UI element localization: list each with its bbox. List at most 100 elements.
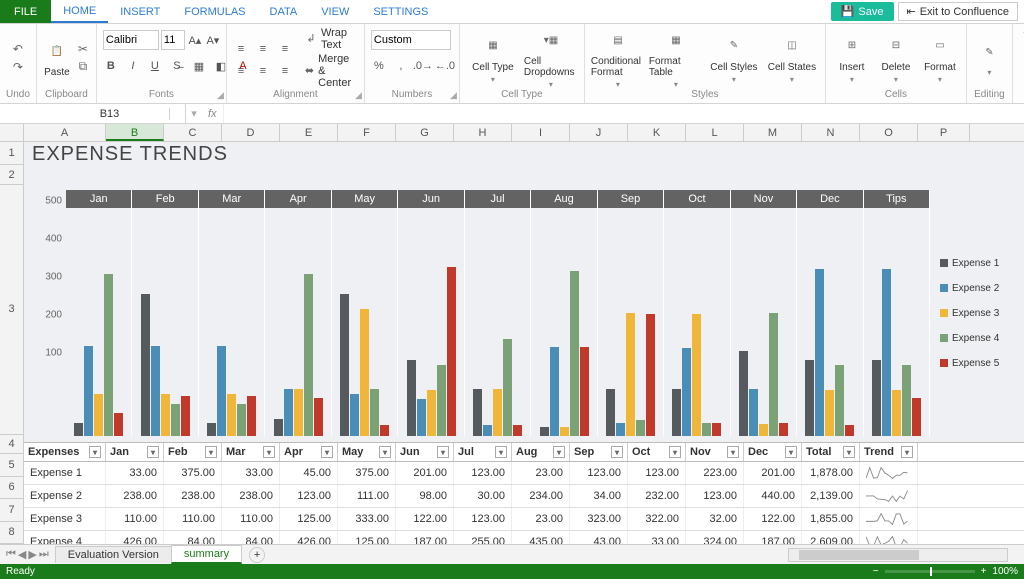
cell[interactable]: 187.00 — [744, 531, 802, 544]
fx-icon[interactable]: fx — [202, 108, 223, 120]
filter-icon[interactable]: ▾ — [379, 446, 391, 458]
table-header-cell[interactable]: Aug▾ — [512, 443, 570, 461]
zoom-out-icon[interactable]: − — [873, 566, 879, 577]
zoom-slider[interactable] — [885, 570, 975, 573]
col-header-N[interactable]: N — [802, 124, 860, 141]
filter-icon[interactable]: ▾ — [321, 446, 333, 458]
cell[interactable]: 123.00 — [280, 485, 338, 507]
table-header-cell[interactable]: Trend▾ — [860, 443, 918, 461]
tab-settings[interactable]: SETTINGS — [361, 0, 440, 23]
file-menu[interactable]: FILE — [0, 0, 51, 23]
table-header-cell[interactable]: Jun▾ — [396, 443, 454, 461]
increase-decimal-button[interactable]: .0→ — [415, 58, 431, 74]
cell[interactable]: 33.00 — [222, 462, 280, 484]
table-header-cell[interactable]: Jan▾ — [106, 443, 164, 461]
cell[interactable]: 23.00 — [512, 462, 570, 484]
sheet-nav-next-icon[interactable]: ▶ — [28, 548, 36, 561]
table-header-cell[interactable]: Feb▾ — [164, 443, 222, 461]
undo-icon[interactable]: ↶ — [10, 41, 26, 57]
cell[interactable]: 110.00 — [164, 508, 222, 530]
cell[interactable]: 30.00 — [454, 485, 512, 507]
tab-home[interactable]: HOME — [51, 0, 108, 23]
cell[interactable]: 322.00 — [628, 508, 686, 530]
align-middle-icon[interactable]: ≡ — [255, 41, 271, 57]
filter-icon[interactable]: ▾ — [785, 446, 797, 458]
table-header-cell[interactable]: Mar▾ — [222, 443, 280, 461]
add-sheet-button[interactable]: + — [249, 547, 265, 563]
font-dialog-launcher[interactable]: ◢ — [217, 90, 224, 101]
cell[interactable]: 234.00 — [512, 485, 570, 507]
col-header-I[interactable]: I — [512, 124, 570, 141]
cell[interactable]: 187.00 — [396, 531, 454, 544]
cell[interactable]: 43.00 — [570, 531, 628, 544]
sheet-nav-first-icon[interactable]: ⏮ — [6, 548, 16, 561]
zoom-level[interactable]: 100% — [992, 566, 1018, 577]
filter-icon[interactable]: ▾ — [147, 446, 159, 458]
format-cells-button[interactable]: ▭Format▾ — [920, 32, 960, 84]
filter-icon[interactable]: ▾ — [205, 446, 217, 458]
cell[interactable]: 125.00 — [280, 508, 338, 530]
decrease-decimal-button[interactable]: ←.0 — [437, 58, 453, 74]
col-header-F[interactable]: F — [338, 124, 396, 141]
row-header-8[interactable]: 8 — [0, 522, 23, 544]
table-header-cell[interactable]: Jul▾ — [454, 443, 512, 461]
table-header-cell[interactable]: Oct▾ — [628, 443, 686, 461]
sheet-nav-prev-icon[interactable]: ◀ — [18, 548, 26, 561]
name-box[interactable]: B13 — [50, 108, 170, 120]
strike-button[interactable]: S̶ — [169, 58, 185, 74]
number-format-select[interactable] — [371, 30, 451, 50]
cell[interactable]: 84.00 — [164, 531, 222, 544]
cell[interactable]: 125.00 — [338, 531, 396, 544]
formula-input[interactable] — [223, 104, 1024, 123]
cell-states-button[interactable]: ◫Cell States▾ — [765, 32, 819, 84]
row-header-2[interactable]: 2 — [0, 165, 23, 185]
conditional-format-button[interactable]: ▤Conditional Format▾ — [591, 26, 645, 89]
filter-icon[interactable]: ▾ — [89, 446, 101, 458]
cell[interactable]: 323.00 — [570, 508, 628, 530]
font-name-select[interactable] — [103, 30, 159, 50]
cell[interactable]: 98.00 — [396, 485, 454, 507]
table-header-cell[interactable]: Nov▾ — [686, 443, 744, 461]
col-header-M[interactable]: M — [744, 124, 802, 141]
row-header-5[interactable]: 5 — [0, 454, 23, 476]
tab-view[interactable]: VIEW — [309, 0, 361, 23]
filter-icon[interactable]: ▾ — [727, 446, 739, 458]
format-table-button[interactable]: ▦Format Table▾ — [649, 26, 703, 89]
cut-icon[interactable]: ✂ — [75, 41, 91, 57]
fx-dropdown[interactable]: ▾ — [186, 106, 202, 122]
cell[interactable]: 238.00 — [164, 485, 222, 507]
cell[interactable]: 123.00 — [570, 462, 628, 484]
col-header-A[interactable]: A — [24, 124, 106, 141]
sheet-nav-last-icon[interactable]: ⏭ — [39, 548, 49, 561]
col-header-D[interactable]: D — [222, 124, 280, 141]
italic-button[interactable]: I — [125, 58, 141, 74]
tab-formulas[interactable]: FORMULAS — [172, 0, 257, 23]
bold-button[interactable]: B — [103, 58, 119, 74]
select-all-cell[interactable] — [0, 124, 24, 141]
filter-icon[interactable]: ▾ — [901, 446, 913, 458]
cell[interactable]: 201.00 — [744, 462, 802, 484]
row-header-4[interactable]: 4 — [0, 435, 23, 455]
table-header-cell[interactable]: Total▾ — [802, 443, 860, 461]
cell[interactable]: 223.00 — [686, 462, 744, 484]
tab-insert[interactable]: INSERT — [108, 0, 172, 23]
cell[interactable]: 110.00 — [106, 508, 164, 530]
cell[interactable]: 435.00 — [512, 531, 570, 544]
cell[interactable]: 123.00 — [628, 462, 686, 484]
filter-icon[interactable]: ▾ — [843, 446, 855, 458]
wrap-text-button[interactable]: ↲ Wrap Text — [305, 27, 358, 51]
col-header-H[interactable]: H — [454, 124, 512, 141]
cell[interactable]: 232.00 — [628, 485, 686, 507]
filter-icon[interactable]: ▾ — [553, 446, 565, 458]
filter-icon[interactable]: ▾ — [611, 446, 623, 458]
cell[interactable]: 375.00 — [164, 462, 222, 484]
cell-styles-button[interactable]: ✎Cell Styles▾ — [707, 32, 761, 84]
row-header-3[interactable]: 3 — [0, 185, 23, 435]
cell[interactable]: 34.00 — [570, 485, 628, 507]
insert-cells-button[interactable]: ⊞Insert▾ — [832, 32, 872, 84]
cell[interactable]: 84.00 — [222, 531, 280, 544]
sheet-tab-eval[interactable]: Evaluation Version — [55, 546, 172, 563]
cell[interactable]: 122.00 — [744, 508, 802, 530]
table-header-cell[interactable]: Apr▾ — [280, 443, 338, 461]
merge-center-button[interactable]: ⬌ Merge & Center — [305, 53, 358, 89]
